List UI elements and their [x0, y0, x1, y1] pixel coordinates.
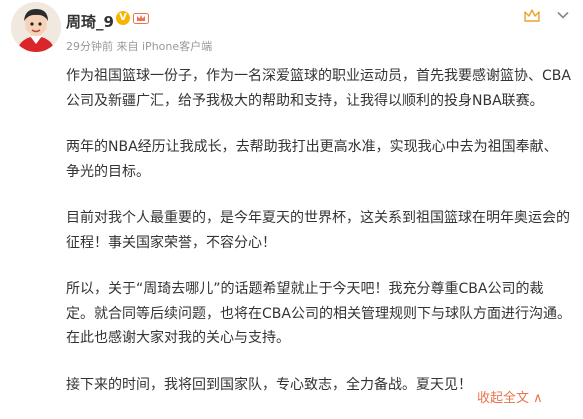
avatar-cartoon-icon — [11, 2, 61, 52]
chevron-down-icon[interactable] — [556, 8, 570, 22]
avatar[interactable] — [11, 2, 61, 52]
collapse-text-link[interactable]: 收起全文 ∧ — [477, 387, 543, 406]
author-name[interactable]: 周琦_9 — [66, 11, 114, 32]
post-paragraph: 作为祖国篮球一份子，作为一名深爱篮球的职业运动员，首先我要感谢篮协、CBA公司及… — [66, 68, 571, 109]
post-content: 作为祖国篮球一份子，作为一名深爱篮球的职业运动员，首先我要感谢篮协、CBA公司及… — [66, 64, 571, 419]
vip-crown-icon[interactable] — [133, 11, 149, 25]
post-source[interactable]: iPhone客户端 — [142, 40, 212, 53]
post-paragraph: 目前对我个人最重要的，是今年夏天的世界杯，这关系到祖国篮球在明年奥运会的征程！事… — [66, 210, 570, 251]
post-paragraph: 两年的NBA经历让我成长，去帮助我打出更高水准，实现我心中去为祖国奉献、争光的目… — [66, 139, 558, 180]
verified-v-icon: V — [116, 11, 130, 25]
post-paragraph: 所以，关于“周琦去哪儿”的话题希望就止于今天吧！我充分尊重CBA公司的裁定。就合… — [66, 281, 571, 346]
crown-icon[interactable] — [523, 8, 541, 24]
source-prefix: 来自 — [116, 40, 139, 53]
post-meta: 29分钟前 来自 iPhone客户端 — [66, 38, 212, 54]
post-time[interactable]: 29分钟前 — [66, 40, 113, 53]
